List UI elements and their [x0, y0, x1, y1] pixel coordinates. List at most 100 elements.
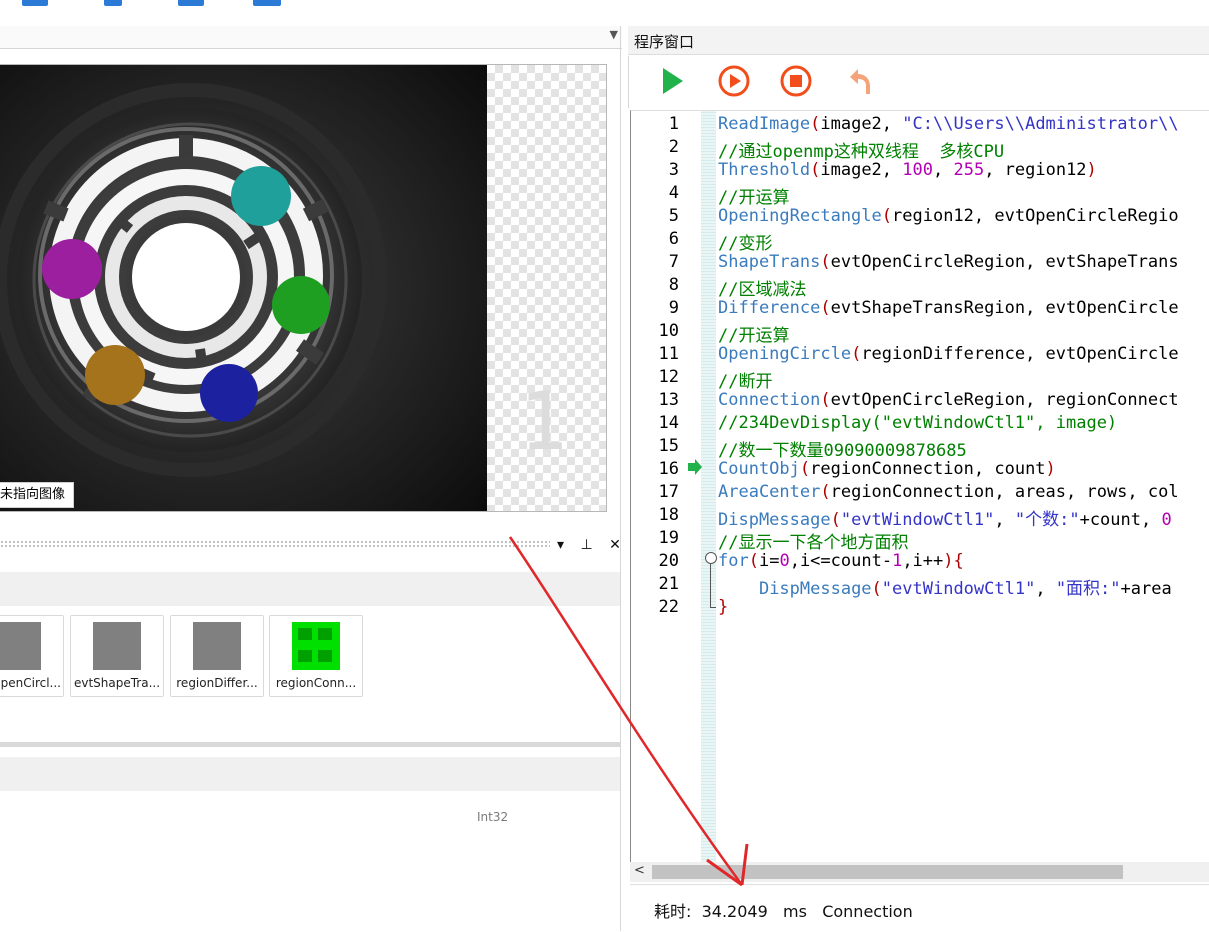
- run-button[interactable]: [655, 64, 689, 98]
- toolbar-icon-1[interactable]: [22, 0, 48, 6]
- code-token: (: [851, 344, 862, 364]
- code-line[interactable]: //断开: [718, 367, 772, 392]
- code-line[interactable]: CountObj(regionConnection, count): [718, 459, 1056, 479]
- code-token: "面积:": [1055, 579, 1121, 599]
- code-token: (: [820, 298, 831, 318]
- code-token: "C:\\Users\\Administrator\\: [902, 114, 1179, 134]
- code-line[interactable]: ShapeTrans(evtOpenCircleRegion, evtShape…: [718, 252, 1179, 272]
- code-token: "个数:": [1014, 510, 1080, 530]
- empty-canvas-area: 1: [487, 65, 606, 511]
- breakpoint-gutter[interactable]: [701, 111, 716, 863]
- variables-row-header-2: [0, 757, 620, 791]
- code-token: (: [830, 510, 841, 530]
- code-token: ): [943, 551, 954, 571]
- code-line[interactable]: //通过openmp这种双线程 多核CPU: [718, 137, 1004, 162]
- code-editor[interactable]: 1 2 3 4 5 6 7 8 9 10 11 12 13 14 15 16 17 18 19 20 21 22 Read…: [630, 110, 1209, 863]
- code-line[interactable]: //开运算: [718, 183, 789, 208]
- code-token: //开运算: [718, 188, 790, 208]
- region-blue: [200, 364, 258, 422]
- fold-toggle-icon[interactable]: [705, 552, 717, 564]
- panel-splitter[interactable]: [0, 742, 620, 747]
- code-token: //通过openmp这种双线程 多核CPU: [718, 142, 1005, 162]
- step-run-icon: [718, 65, 750, 97]
- code-token: Threshold: [718, 160, 811, 180]
- variable-thumbnail-shapetrans[interactable]: evtShapeTra...: [70, 615, 164, 697]
- code-token: evtOpenCircleRegion, regionConnect: [830, 390, 1179, 410]
- fold-guide-end: [710, 607, 716, 608]
- line-number: 18: [658, 505, 679, 525]
- line-number: 8: [668, 275, 679, 295]
- code-line[interactable]: Difference(evtShapeTransRegion, evtOpenC…: [718, 298, 1179, 318]
- variable-thumbnail-difference[interactable]: regionDiffer...: [170, 615, 264, 697]
- code-token: "evtWindowCtl1": [840, 510, 995, 530]
- undo-button[interactable]: [841, 64, 875, 98]
- line-number: 6: [668, 229, 679, 249]
- toolbar-icon-2[interactable]: [104, 0, 122, 6]
- program-window-title: 程序窗口: [634, 33, 695, 51]
- scrollbar-thumb[interactable]: [652, 865, 1123, 879]
- code-line[interactable]: Connection(evtOpenCircleRegion, regionCo…: [718, 390, 1179, 410]
- code-line[interactable]: OpeningRectangle(region12, evtOpenCircle…: [718, 206, 1179, 226]
- code-token: ): [1045, 459, 1056, 479]
- code-line[interactable]: //数一下数量09090009878685: [718, 436, 967, 461]
- code-token: //区域减法: [718, 280, 807, 300]
- code-token: DispMessage: [758, 579, 872, 599]
- time-label: 耗时:: [654, 902, 692, 921]
- toolbar-icon-4[interactable]: [253, 0, 281, 6]
- region-purple: [42, 239, 102, 299]
- code-line[interactable]: DispMessage("evtWindowCtl1", "面积:"+area: [718, 574, 1172, 599]
- toolbar-icon-3[interactable]: [178, 0, 204, 6]
- code-line[interactable]: AreaCenter(regionConnection, areas, rows…: [718, 482, 1179, 502]
- code-line[interactable]: //234DevDisplay("evtWindowCtl1", image): [718, 413, 1117, 433]
- region-preview: [0, 622, 41, 670]
- line-number: 19: [658, 528, 679, 548]
- code-line[interactable]: }: [718, 597, 728, 617]
- region-preview: [93, 622, 141, 670]
- dropdown-arrow-icon[interactable]: ▼: [610, 28, 618, 41]
- image-display-window[interactable]: 1: [0, 64, 607, 512]
- code-token: +area: [1120, 579, 1172, 599]
- step-run-button[interactable]: [717, 64, 751, 98]
- code-token: OpeningCircle: [718, 344, 852, 364]
- code-token: 100: [902, 160, 933, 180]
- code-token: Difference: [718, 298, 821, 318]
- code-line[interactable]: DispMessage("evtWindowCtl1", "个数:"+count…: [718, 505, 1172, 530]
- line-number: 21: [658, 574, 679, 594]
- code-token: ,i++: [902, 551, 944, 571]
- watermark-text: 1: [519, 375, 568, 468]
- code-token: image2,: [820, 114, 903, 134]
- stop-button[interactable]: [779, 64, 813, 98]
- code-token: regionDifference, evtOpenCircle: [861, 344, 1179, 364]
- code-line[interactable]: //区域减法: [718, 275, 806, 300]
- variable-thumbnail-opencircle[interactable]: OpenCircl...: [0, 615, 64, 697]
- code-line[interactable]: //开运算: [718, 321, 789, 346]
- code-token: region12, evtOpenCircleRegio: [892, 206, 1179, 226]
- thumbnail-label: regionDiffer...: [176, 676, 258, 690]
- code-line[interactable]: //变形: [718, 229, 772, 254]
- panel-controls[interactable]: ▾ ⊥ ✕: [557, 537, 627, 553]
- code-line[interactable]: //显示一下各个地方面积: [718, 528, 908, 553]
- code-token: //234DevDisplay("evtWindowCtl1", image): [718, 413, 1118, 433]
- panel-divider[interactable]: [620, 26, 621, 931]
- code-token: Connection: [718, 390, 821, 410]
- line-number: 20: [658, 551, 679, 571]
- code-token: i=: [758, 551, 780, 571]
- code-token: //断开: [718, 372, 773, 392]
- code-token: (: [871, 579, 882, 599]
- scroll-left-icon[interactable]: <: [634, 863, 645, 878]
- variable-thumbnail-connection[interactable]: regionConn...: [269, 615, 363, 697]
- code-line[interactable]: ReadImage(image2, "C:\\Users\\Administra…: [718, 114, 1179, 134]
- code-line[interactable]: OpeningCircle(regionDifference, evtOpenC…: [718, 344, 1179, 364]
- code-line[interactable]: for(i=0,i<=count-1,i++){: [718, 551, 964, 571]
- region-preview-green: [292, 622, 340, 670]
- code-token: "evtWindowCtl1": [881, 579, 1036, 599]
- code-token: AreaCenter: [718, 482, 821, 502]
- code-token: 0: [779, 551, 790, 571]
- code-token: (: [881, 206, 893, 226]
- panel-drag-grip[interactable]: [0, 540, 550, 547]
- region-orange: [85, 345, 145, 405]
- code-line[interactable]: Threshold(image2, 100, 255, region12): [718, 160, 1097, 180]
- line-number: 7: [668, 252, 679, 272]
- horizontal-scrollbar[interactable]: <: [630, 862, 1209, 882]
